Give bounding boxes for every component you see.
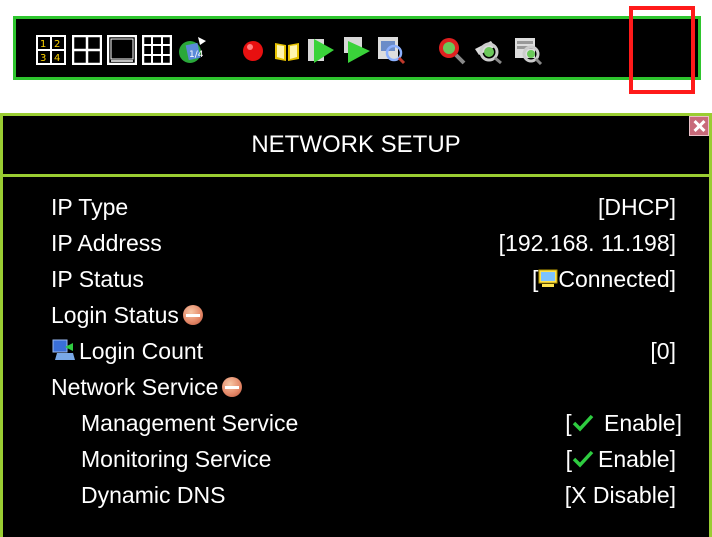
network-service-row[interactable]: Network Service — [3, 369, 709, 405]
monitoring-service-state: Enable] — [597, 446, 676, 472]
monitoring-service-row[interactable]: Monitoring Service [ Enable] — [3, 441, 709, 477]
login-status-row[interactable]: Login Status — [3, 297, 709, 333]
sequence-icon[interactable]: 1/4 — [178, 35, 208, 65]
ip-type-value[interactable]: [DHCP] — [598, 189, 676, 225]
ip-type-label: IP Type — [51, 194, 129, 220]
layout-4-split-icon[interactable]: 12 34 — [36, 35, 66, 65]
network-service-text: Network Service — [51, 374, 219, 400]
search-video-icon[interactable] — [376, 35, 406, 65]
play-icon[interactable] — [306, 35, 336, 65]
monitoring-service-value[interactable]: [ Enable] — [566, 441, 676, 477]
ip-status-text: Connected] — [558, 266, 676, 292]
network-service-label: Network Service — [51, 369, 243, 405]
svg-text:1: 1 — [40, 39, 46, 50]
connected-icon — [538, 268, 558, 290]
login-count-row: Login Count [0] — [3, 333, 709, 369]
login-status-text: Login Status — [51, 302, 179, 328]
management-service-state: Enable] — [597, 410, 682, 436]
toolbar: 12 34 1/4 — [13, 16, 701, 80]
ip-status-label: IP Status — [51, 266, 144, 292]
login-count-label: Login Count — [51, 333, 203, 369]
selected-highlight — [629, 6, 695, 94]
login-count-text: Login Count — [79, 338, 204, 364]
ip-type-row[interactable]: IP Type [DHCP] — [3, 189, 709, 225]
playback-icon[interactable] — [342, 35, 372, 65]
collapse-icon[interactable] — [222, 377, 243, 397]
ip-address-row[interactable]: IP Address [192.168. 11.198] — [3, 225, 709, 261]
close-button[interactable] — [689, 116, 709, 136]
computer-icon — [51, 339, 75, 361]
svg-text:1/4: 1/4 — [189, 50, 204, 60]
check-icon — [572, 413, 594, 433]
ip-status-value: [ Connected] — [532, 261, 676, 297]
dynamic-dns-label: Dynamic DNS — [81, 482, 226, 508]
network-setup-panel: NETWORK SETUP IP Type [DHCP] IP Address … — [0, 113, 712, 537]
network-search-icon[interactable] — [513, 35, 543, 65]
login-count-value: [0] — [650, 338, 676, 364]
svg-text:2: 2 — [54, 39, 60, 50]
layout-quad-icon[interactable] — [72, 35, 102, 65]
panel-title: NETWORK SETUP — [251, 131, 461, 158]
panel-header: NETWORK SETUP — [3, 116, 709, 177]
zoom-red-icon[interactable] — [436, 35, 466, 65]
ip-status-row: IP Status [ Connected] — [3, 261, 709, 297]
svg-text:3: 3 — [40, 53, 46, 64]
dynamic-dns-value[interactable]: [X Disable] — [565, 477, 676, 513]
zoom-camera-icon[interactable] — [473, 35, 503, 65]
book-icon[interactable] — [272, 35, 302, 65]
dynamic-dns-row[interactable]: Dynamic DNS [X Disable] — [3, 477, 709, 513]
record-icon[interactable] — [238, 35, 268, 65]
management-service-value[interactable]: [ Enable] — [565, 405, 682, 441]
login-status-label: Login Status — [51, 297, 203, 333]
layout-9-split-icon[interactable] — [142, 35, 172, 65]
check-icon — [572, 449, 594, 469]
ip-address-label: IP Address — [51, 230, 162, 256]
monitoring-service-label: Monitoring Service — [81, 446, 272, 472]
layout-single-icon[interactable] — [107, 35, 137, 65]
management-service-label: Management Service — [81, 410, 299, 436]
svg-text:4: 4 — [54, 53, 60, 64]
management-service-row[interactable]: Management Service [ Enable] — [3, 405, 709, 441]
collapse-icon[interactable] — [182, 305, 203, 325]
ip-address-value[interactable]: [192.168. 11.198] — [499, 225, 676, 261]
